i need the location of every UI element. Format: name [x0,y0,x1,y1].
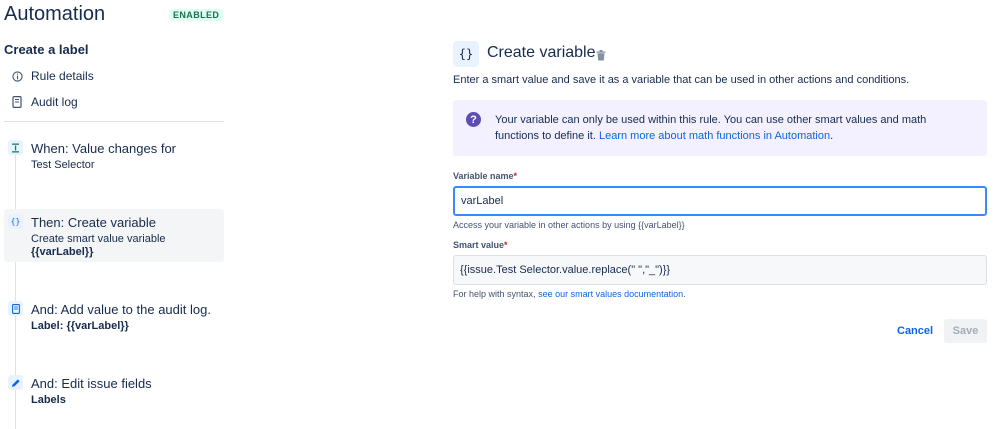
input-value: varLabel [461,195,504,207]
divider [4,121,224,122]
rule-component-create-variable[interactable]: {} Then: Create variable Create smart va… [4,209,224,262]
document-icon [10,96,24,108]
help-suffix: . [683,289,686,299]
component-subtitle: Label: {{varLabel}} [31,320,129,332]
trigger-icon [8,140,23,155]
info-text: Your variable can only be used within th… [495,113,965,144]
curly-braces-icon: {} [8,214,23,229]
required-mark: * [513,171,518,181]
component-subtitle: Test Selector [31,159,95,171]
required-mark: * [504,240,508,250]
rule-component-edit-issue[interactable]: And: Edit issue fields Labels [4,369,224,409]
label-text: Smart value [453,240,505,250]
variable-name-input[interactable]: varLabel [453,186,987,216]
smart-value-input[interactable]: {{issue.Test Selector.value.replace(" ",… [453,255,987,285]
component-subtitle: Labels [31,394,66,406]
component-variable: {{varLabel}} [31,246,94,258]
panel-description: Enter a smart value and save it as a var… [453,74,910,86]
curly-braces-icon: {} [453,41,479,67]
smart-value-help: For help with syntax, see our smart valu… [453,289,686,299]
page-title: Automation [4,3,106,25]
help-prefix: For help with syntax, [453,289,536,299]
save-button[interactable]: Save [944,319,987,343]
cancel-button[interactable]: Cancel [890,319,940,343]
question-icon: ? [466,112,481,127]
panel-title: Create variable [487,44,596,61]
status-badge: ENABLED [169,9,224,21]
variable-name-label: Variable name* [453,171,517,181]
component-title: When: Value changes for [31,141,177,156]
smart-values-docs-link[interactable]: see our smart values documentation [538,289,683,299]
trash-icon[interactable] [596,48,606,66]
component-title: And: Add value to the audit log. [31,302,211,317]
smart-value-label: Smart value* [453,240,508,250]
info-icon [10,70,24,82]
component-title: Then: Create variable [31,215,157,230]
rule-component-audit-log[interactable]: And: Add value to the audit log. Label: … [4,295,224,335]
label-text: Variable name [453,171,514,181]
menu-item-audit-log[interactable]: Audit log [10,93,78,111]
component-title: And: Edit issue fields [31,376,152,391]
component-subtitle: Create smart value variable [31,233,166,245]
menu-item-label: Rule details [31,69,94,83]
rule-component-trigger[interactable]: When: Value changes for Test Selector [4,134,224,178]
math-functions-link[interactable]: Learn more about math functions in Autom… [599,130,830,142]
rule-name: Create a label [4,42,89,57]
pencil-icon [8,375,23,390]
menu-item-label: Audit log [31,95,78,109]
variable-name-help: Access your variable in other actions by… [453,220,685,230]
info-message: ? Your variable can only be used within … [453,100,987,156]
input-value: {{issue.Test Selector.value.replace(" ",… [460,264,671,276]
info-after: . [830,129,834,142]
document-icon [8,301,23,316]
menu-item-rule-details[interactable]: Rule details [10,67,94,85]
